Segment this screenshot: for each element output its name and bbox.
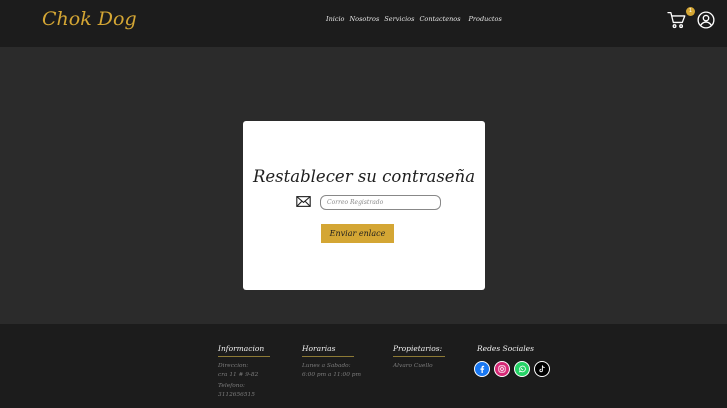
footer-hours-title: Horarias bbox=[302, 344, 354, 357]
phone-label: Telefono: bbox=[218, 383, 245, 389]
brand-logo[interactable]: Chok Dog bbox=[42, 8, 137, 30]
nav-link-nosotros[interactable]: Nosotros bbox=[349, 15, 379, 23]
mail-icon bbox=[296, 196, 311, 207]
social-links bbox=[474, 361, 550, 377]
facebook-icon[interactable] bbox=[474, 361, 490, 377]
send-link-button[interactable]: Enviar enlace bbox=[321, 224, 394, 243]
page-title: Restablecer su contraseña bbox=[252, 167, 476, 186]
footer-owners-title: Propietarios: bbox=[393, 344, 445, 357]
footer-social-title: Redes Sociales bbox=[477, 344, 534, 353]
cart-count-badge: 1 bbox=[686, 7, 695, 16]
hours-days: Lunes a Sabado: bbox=[302, 363, 351, 369]
footer-social-section: Redes Sociales bbox=[474, 344, 550, 377]
hours-time: 6:00 pm a 11:00 pm bbox=[302, 371, 361, 378]
address-label: Direccion: bbox=[218, 363, 249, 369]
tiktok-icon[interactable] bbox=[534, 361, 550, 377]
whatsapp-icon[interactable] bbox=[514, 361, 530, 377]
password-reset-card: Restablecer su contraseña Enviar enlace bbox=[243, 121, 485, 290]
phone-value: 3112656515 bbox=[218, 391, 255, 398]
nav-link-servicios[interactable]: Servicios bbox=[384, 15, 414, 23]
footer-hours-section: Horarias Lunes a Sabado: 6:00 pm a 11:00… bbox=[302, 344, 361, 379]
nav-link-productos[interactable]: Productos bbox=[469, 15, 502, 23]
instagram-icon[interactable] bbox=[494, 361, 510, 377]
top-navbar: Chok Dog Inicio Nosotros Servicios Conta… bbox=[0, 0, 727, 47]
user-circle-icon[interactable] bbox=[697, 11, 715, 29]
nav-link-contactenos[interactable]: Contactenos bbox=[419, 15, 460, 23]
footer-owners-section: Propietarios: Alvaro Cuello bbox=[393, 344, 445, 371]
main-nav: Inicio Nosotros Servicios Contactenos Pr… bbox=[326, 15, 502, 23]
footer: Informacion Direccion: cra 11 # 9-82 Tel… bbox=[0, 324, 727, 408]
nav-link-inicio[interactable]: Inicio bbox=[326, 15, 344, 23]
email-input[interactable] bbox=[320, 195, 441, 210]
footer-info-section: Informacion Direccion: cra 11 # 9-82 Tel… bbox=[218, 344, 270, 399]
owner-name: Alvaro Cuello bbox=[393, 363, 433, 369]
cart-icon[interactable] bbox=[667, 11, 687, 29]
footer-info-title: Informacion bbox=[218, 344, 270, 357]
address-value: cra 11 # 9-82 bbox=[218, 371, 259, 378]
